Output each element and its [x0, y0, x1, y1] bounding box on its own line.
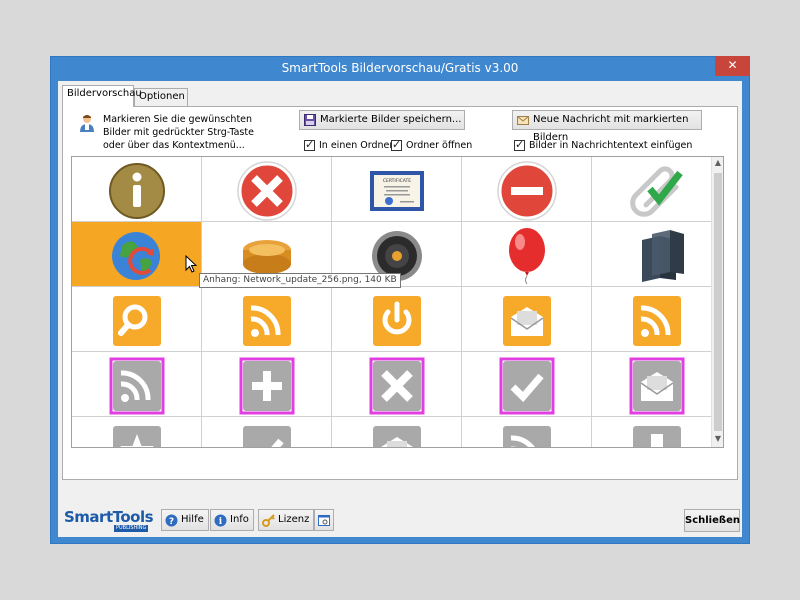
key-icon [262, 514, 275, 527]
orange-power-icon [373, 296, 421, 346]
client-area: Bildervorschau Optionen Markieren Sie di… [58, 81, 742, 537]
mail-compose-icon [517, 116, 529, 125]
app-window: SmartTools Bildervorschau/Gratis v3.00 ✕… [50, 56, 750, 544]
floppy-disk-icon [304, 114, 316, 126]
balloon-icon [509, 228, 545, 285]
gray-check-icon [243, 426, 291, 447]
servers-icon [642, 230, 684, 282]
svg-text:?: ? [169, 517, 174, 527]
window-title: SmartTools Bildervorschau/Gratis v3.00 [281, 61, 519, 75]
orange-mail-open-icon [503, 296, 551, 346]
grid-cell[interactable] [462, 157, 592, 222]
info-icon: i [214, 514, 227, 527]
grid-cell[interactable] [462, 352, 592, 417]
scroll-up-icon[interactable]: ▲ [712, 158, 723, 167]
orange-search-icon [113, 296, 161, 346]
vertical-scrollbar[interactable]: ▲ ▼ [711, 157, 723, 447]
paperclip-check-icon [630, 166, 683, 217]
checkbox-box [304, 138, 315, 151]
license-label: Lizenz [278, 514, 310, 525]
grid-cell[interactable] [332, 287, 462, 352]
logo-text: SmartTools [64, 508, 154, 526]
smarttools-logo: SmartTools PUBLISHING [64, 509, 156, 533]
window-close-button[interactable]: ✕ [715, 56, 750, 76]
checkbox-into-folder-label: In einen Ordner [319, 140, 394, 151]
grid-cell[interactable] [462, 222, 592, 287]
grid-cell[interactable] [462, 287, 592, 352]
gray-mail-open-icon [629, 357, 685, 415]
grid-cell[interactable] [72, 222, 202, 287]
thumbnail-grid[interactable]: CERTIFICATE ▲ ▼ [71, 156, 724, 448]
checkbox-insert-label: Bilder in Nachrichtentext einfügen [529, 140, 693, 151]
error-icon [237, 161, 297, 221]
question-icon: ? [165, 514, 178, 527]
grid-cell[interactable] [72, 287, 202, 352]
help-label: Hilfe [181, 514, 204, 525]
checkbox-insert-in-message[interactable]: Bilder in Nachrichtentext einfügen [514, 138, 693, 153]
info-label: Info [230, 514, 249, 525]
gray-star-icon [113, 426, 161, 447]
grid-cell[interactable] [202, 287, 332, 352]
checkbox-open-folder[interactable]: Ordner öffnen [391, 138, 473, 153]
scroll-down-icon[interactable]: ▼ [712, 434, 723, 443]
grid-cell[interactable] [592, 157, 722, 222]
grid-cell[interactable] [202, 417, 332, 447]
tab-optionen[interactable]: Optionen [134, 88, 188, 106]
checkbox-box [391, 138, 402, 151]
preview-window-button[interactable] [314, 509, 334, 531]
orange-rss-icon [243, 296, 291, 346]
scrollbar-thumb[interactable] [714, 173, 722, 431]
stop-icon [497, 161, 557, 221]
certificate-icon: CERTIFICATE [370, 171, 424, 211]
logo-subtitle: PUBLISHING [114, 525, 149, 532]
grid-cell[interactable] [592, 352, 722, 417]
grid-cell[interactable] [72, 157, 202, 222]
grid-cell[interactable] [202, 352, 332, 417]
help-button[interactable]: ? Hilfe [161, 509, 209, 531]
save-marked-images-label: Markierte Bilder speichern... [320, 114, 462, 125]
grid-cell[interactable] [202, 157, 332, 222]
hint-text: Markieren Sie die gewünschten Bilder mit… [103, 114, 254, 151]
grid-cell[interactable] [332, 352, 462, 417]
mouse-cursor-icon [185, 255, 197, 273]
gray-close-icon [369, 357, 425, 415]
checkbox-open-folder-label: Ordner öffnen [406, 140, 473, 151]
grid-cell[interactable] [462, 417, 592, 447]
gray-check-icon [499, 357, 555, 415]
gray-rss-icon [503, 426, 551, 447]
window-magnifier-icon [318, 515, 330, 526]
gray-plus-icon [239, 357, 295, 415]
grid-cell[interactable] [332, 417, 462, 447]
info-icon [109, 163, 165, 219]
grid-cell[interactable] [72, 417, 202, 447]
new-message-button[interactable]: Neue Nachricht mit markierten Bildern [512, 110, 702, 143]
save-marked-images-button[interactable]: Markierte Bilder speichern... [299, 110, 465, 130]
svg-text:CERTIFICATE: CERTIFICATE [383, 178, 411, 184]
svg-text:i: i [219, 517, 223, 527]
gray-mail-open-icon [373, 426, 421, 447]
tooltip: Anhang: Network_update_256.png, 140 KB [199, 273, 401, 288]
gray-download-icon [633, 426, 681, 447]
user-info-icon [80, 115, 94, 132]
gray-rss-icon [109, 357, 165, 415]
tab-bildervorschau[interactable]: Bildervorschau [62, 85, 142, 107]
close-button[interactable]: Schließen [684, 509, 740, 532]
grid-cell[interactable] [592, 287, 722, 352]
orange-rss-icon [633, 296, 681, 346]
grid-cell[interactable]: CERTIFICATE [332, 157, 462, 222]
network-update-icon [112, 232, 160, 280]
license-button[interactable]: Lizenz [258, 509, 315, 531]
grid-cell[interactable] [72, 352, 202, 417]
grid-cell[interactable] [592, 222, 722, 287]
checkbox-box [514, 138, 525, 151]
grid-cell[interactable] [592, 417, 722, 447]
checkbox-into-folder[interactable]: In einen Ordner [304, 138, 394, 153]
info-button[interactable]: i Info [210, 509, 254, 531]
